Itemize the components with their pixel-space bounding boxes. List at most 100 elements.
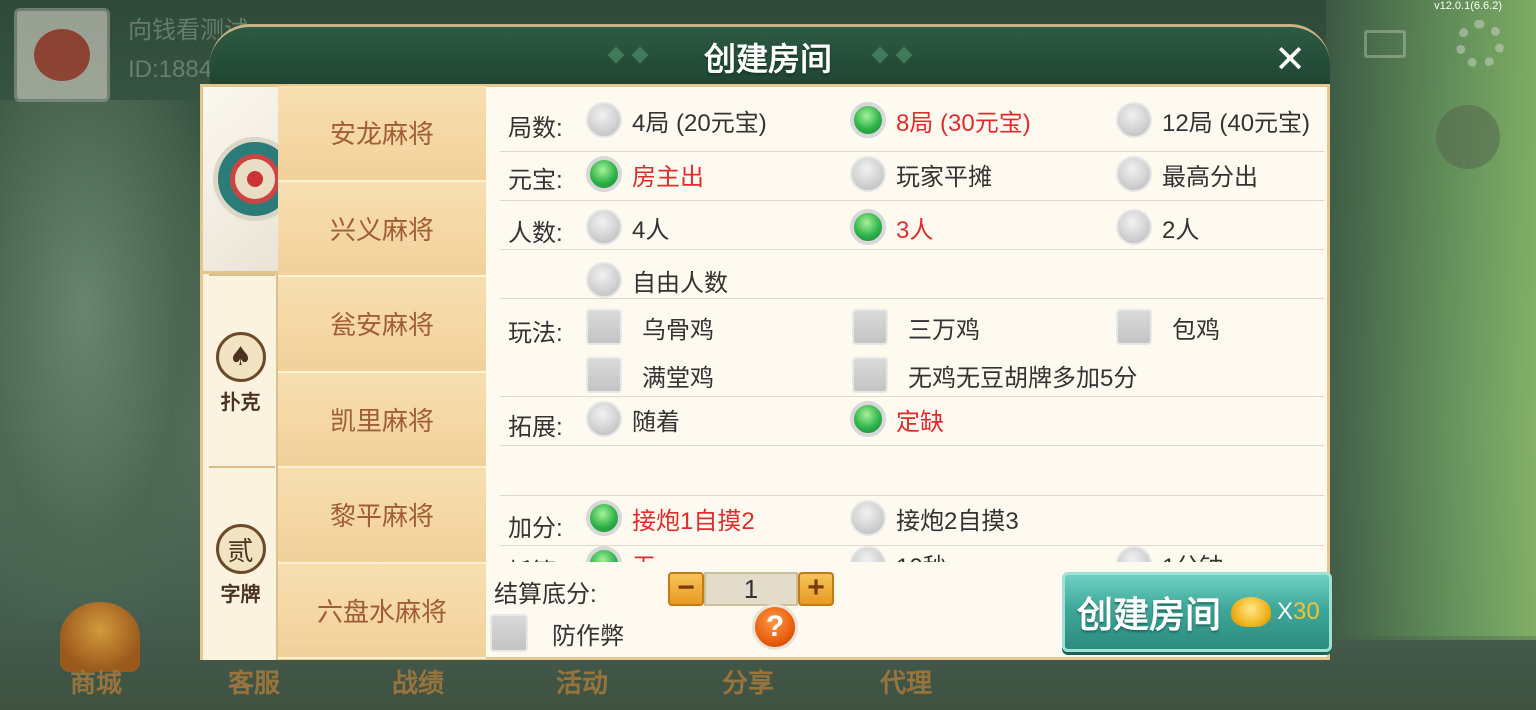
settlement-value[interactable]: 1	[704, 572, 798, 606]
game-list: 安龙麻将 兴义麻将 瓮安麻将 凯里麻将 黎平麻将 六盘水麻将	[278, 86, 486, 660]
bonus-label: 加分:	[508, 515, 563, 542]
tab-word-cards[interactable]: 贰 字牌	[203, 524, 278, 607]
minus-button[interactable]: −	[668, 572, 704, 606]
rounds-12-option[interactable]: 12局 (40元宝)	[1116, 102, 1310, 138]
nav-share[interactable]: 分享	[722, 663, 774, 700]
options-panel: 局数: 4局 (20元宝) 8局 (30元宝) 12局 (40元宝) 元宝: 房…	[488, 86, 1328, 562]
players-3-option[interactable]: 3人	[850, 209, 933, 245]
option-label: 无鸡无豆胡牌多加5分	[908, 364, 1138, 392]
players-4-option[interactable]: 4人	[586, 209, 669, 245]
help-icon[interactable]: ?	[752, 604, 798, 650]
radio[interactable]	[586, 209, 622, 245]
rules-label: 玩法:	[508, 320, 563, 347]
row-players-free: 自由人数	[500, 250, 1324, 299]
tab-poker[interactable]: ♠ 扑克	[203, 332, 278, 415]
hosting-10s-option[interactable]: 10秒	[850, 546, 947, 562]
hosting-label: 托管:	[508, 552, 563, 562]
checkbox[interactable]	[490, 614, 528, 652]
radio[interactable]	[1116, 209, 1152, 245]
tab-divider	[209, 466, 275, 468]
anticheat-checkbox[interactable]: 防作弊	[490, 614, 624, 652]
list-item[interactable]: 瓮安麻将	[278, 277, 486, 373]
row-payment: 元宝: 房主出 玩家平摊 最高分出	[500, 152, 1324, 201]
list-item[interactable]: 兴义麻将	[278, 181, 486, 277]
radio-selected[interactable]	[586, 546, 622, 562]
option-label: 10秒	[896, 547, 947, 563]
radio-selected[interactable]	[586, 500, 622, 536]
row-players: 人数: 4人 3人 2人	[500, 201, 1324, 250]
category-tabs: ♠ 扑克 贰 字牌	[200, 84, 310, 660]
rule-nochicken-checkbox[interactable]: 无鸡无豆胡牌多加5分	[852, 357, 1137, 393]
stamp-icon[interactable]	[1436, 105, 1500, 169]
option-label: 8局 (30元宝)	[896, 109, 1031, 137]
radio[interactable]	[1116, 546, 1152, 562]
create-room-button[interactable]: 创建房间 X 30	[1062, 572, 1332, 652]
nav-record[interactable]: 战绩	[392, 663, 444, 700]
create-room-label: 创建房间	[1077, 594, 1222, 635]
checkbox[interactable]	[852, 309, 888, 345]
list-item[interactable]: 六盘水麻将	[278, 563, 486, 659]
option-label: 房主出	[632, 163, 704, 191]
list-item[interactable]: 凯里麻将	[278, 372, 486, 468]
anticheat-label: 防作弊	[552, 622, 624, 650]
rule-wuguji-checkbox[interactable]: 乌骨鸡	[586, 309, 714, 345]
row-extend: 拓展: 随着 定缺	[500, 397, 1324, 446]
option-label: 3人	[896, 216, 934, 244]
option-label: 玩家平摊	[896, 163, 992, 191]
option-label: 4人	[632, 216, 670, 244]
radio[interactable]	[1116, 156, 1152, 192]
rounds-label: 局数:	[508, 115, 563, 142]
nav-shop[interactable]: 商城	[70, 663, 122, 700]
option-label: 无	[632, 547, 656, 563]
players-2-option[interactable]: 2人	[1116, 209, 1199, 245]
payment-label: 元宝:	[508, 167, 563, 194]
hosting-none-option[interactable]: 无	[586, 546, 656, 562]
extend-dingque-option[interactable]: 定缺	[850, 401, 944, 437]
plus-button[interactable]: +	[798, 572, 834, 606]
tab-poker-label: 扑克	[220, 392, 261, 414]
row-hosting: 托管: 无 10秒 1分钟	[500, 546, 1324, 562]
close-button[interactable]: ✕	[1270, 40, 1310, 80]
nav-agent[interactable]: 代理	[880, 663, 932, 700]
radio[interactable]	[850, 500, 886, 536]
radio-selected[interactable]	[850, 102, 886, 138]
rounds-8-option[interactable]: 8局 (30元宝)	[850, 102, 1031, 138]
option-label: 满堂鸡	[642, 364, 714, 392]
payment-host-option[interactable]: 房主出	[586, 156, 704, 192]
option-label: 接炮2自摸3	[896, 507, 1019, 535]
option-label: 乌骨鸡	[642, 316, 714, 344]
checkbox[interactable]	[586, 357, 622, 393]
row-empty	[500, 446, 1324, 496]
option-label: 自由人数	[632, 269, 728, 297]
players-free-option[interactable]: 自由人数	[586, 262, 728, 298]
payment-winner-option[interactable]: 最高分出	[1116, 156, 1258, 192]
nav-service[interactable]: 客服	[228, 663, 280, 700]
list-item[interactable]: 黎平麻将	[278, 468, 486, 564]
checkbox[interactable]	[586, 309, 622, 345]
row-rounds: 局数: 4局 (20元宝) 8局 (30元宝) 12局 (40元宝)	[500, 86, 1324, 152]
checkbox[interactable]	[1116, 309, 1152, 345]
option-label: 最高分出	[1162, 163, 1258, 191]
radio[interactable]	[850, 156, 886, 192]
rounds-4-option[interactable]: 4局 (20元宝)	[586, 102, 767, 138]
bonus-1-2-option[interactable]: 接炮1自摸2	[586, 500, 755, 536]
checkbox[interactable]	[852, 357, 888, 393]
radio-selected[interactable]	[850, 209, 886, 245]
radio[interactable]	[586, 102, 622, 138]
radio[interactable]	[586, 401, 622, 437]
list-item[interactable]: 安龙麻将	[278, 86, 486, 182]
rule-mantangji-checkbox[interactable]: 满堂鸡	[586, 357, 714, 393]
radio-selected[interactable]	[850, 401, 886, 437]
rule-baoji-checkbox[interactable]: 包鸡	[1116, 309, 1220, 345]
option-label: 包鸡	[1172, 316, 1220, 344]
radio[interactable]	[1116, 102, 1152, 138]
extend-suizhe-option[interactable]: 随着	[586, 401, 680, 437]
bonus-2-3-option[interactable]: 接炮2自摸3	[850, 500, 1019, 536]
rule-sanwanji-checkbox[interactable]: 三万鸡	[852, 309, 980, 345]
payment-split-option[interactable]: 玩家平摊	[850, 156, 992, 192]
hosting-1m-option[interactable]: 1分钟	[1116, 546, 1223, 562]
radio[interactable]	[586, 262, 622, 298]
radio[interactable]	[850, 546, 886, 562]
nav-activity[interactable]: 活动	[556, 663, 608, 700]
radio-selected[interactable]	[586, 156, 622, 192]
